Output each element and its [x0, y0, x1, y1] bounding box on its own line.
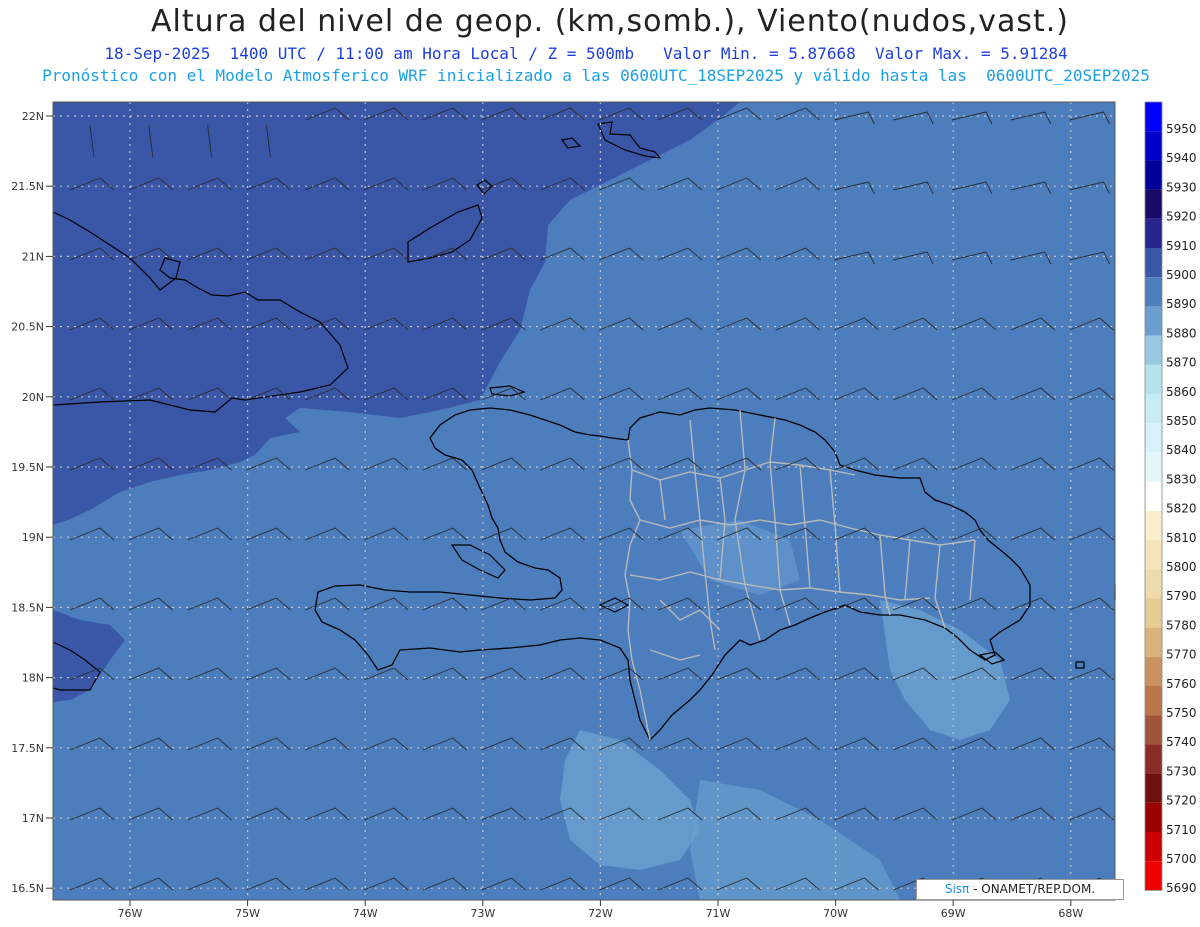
- colorbar-label: 5830: [1166, 472, 1197, 486]
- colorbar-swatch: [1145, 189, 1162, 219]
- colorbar-swatch: [1145, 744, 1162, 774]
- credit-box: Sisπ - ONAMET/REP.DOM.: [916, 879, 1124, 900]
- lat-label: 16.5N: [11, 882, 44, 895]
- lat-label: 17N: [22, 812, 44, 825]
- latitude-labels: 22N 21.5N 21N 20.5N 20N 19.5N 19N 18.5N 18N 17.5N…: [11, 110, 53, 895]
- colorbar-label: 5790: [1166, 589, 1197, 603]
- colorbar-swatch: [1145, 248, 1162, 278]
- colorbar-swatch: [1145, 540, 1162, 570]
- colorbar-legend: 5950 5940 5930 5920 5910 5900 5890 5880 5870 5860…: [1144, 101, 1197, 895]
- colorbar-swatch: [1145, 861, 1162, 891]
- lat-label: 19.5N: [11, 461, 44, 474]
- colorbar-swatch: [1145, 364, 1162, 394]
- colorbar-swatch: [1145, 773, 1162, 803]
- colorbar-swatch: [1145, 686, 1162, 716]
- colorbar-label: 5850: [1166, 414, 1197, 428]
- colorbar-label: 5760: [1166, 677, 1197, 691]
- colorbar-swatch: [1145, 423, 1162, 453]
- colorbar-label: 5710: [1166, 823, 1197, 837]
- colorbar-label: 5730: [1166, 764, 1197, 778]
- colorbar-label: 5890: [1166, 297, 1197, 311]
- lat-label: 19N: [22, 531, 44, 544]
- colorbar-swatch: [1145, 656, 1162, 686]
- colorbar-swatch: [1145, 802, 1162, 832]
- colorbar-swatch: [1145, 218, 1162, 248]
- colorbar-swatch: [1145, 277, 1162, 307]
- colorbar-label: 5800: [1166, 560, 1197, 574]
- colorbar-swatch: [1145, 715, 1162, 745]
- lon-label: 73W: [470, 907, 495, 920]
- lon-label: 75W: [235, 907, 260, 920]
- colorbar-label: 5930: [1166, 180, 1197, 194]
- lon-label: 76W: [118, 907, 143, 920]
- colorbar-label: 5880: [1166, 326, 1197, 340]
- colorbar-label: 5780: [1166, 618, 1197, 632]
- longitude-labels: 76W 75W 74W 73W 72W 71W 70W 69W 68W: [118, 900, 1083, 920]
- lat-label: 17.5N: [11, 742, 44, 755]
- colorbar-swatch: [1145, 452, 1162, 482]
- colorbar-label: 5920: [1166, 210, 1197, 224]
- lon-label: 72W: [588, 907, 613, 920]
- colorbar-swatch: [1145, 598, 1162, 628]
- colorbar-swatch: [1145, 160, 1162, 190]
- lon-label: 71W: [706, 907, 731, 920]
- colorbar-label: 5720: [1166, 794, 1197, 808]
- lon-label: 68W: [1058, 907, 1083, 920]
- colorbar-swatch: [1145, 627, 1162, 657]
- colorbar-label: 5690: [1166, 881, 1197, 895]
- colorbar-label: 5770: [1166, 648, 1197, 662]
- colorbar-swatch: [1145, 394, 1162, 424]
- lat-label: 20N: [22, 391, 44, 404]
- colorbar-label: 5700: [1166, 852, 1197, 866]
- lat-label: 21.5N: [11, 180, 44, 193]
- colorbar-swatch: [1145, 306, 1162, 336]
- lat-label: 22N: [22, 110, 44, 123]
- colorbar-swatch: [1145, 102, 1162, 132]
- colorbar-label: 5950: [1166, 122, 1197, 136]
- weather-map: 22N 21.5N 21N 20.5N 20N 19.5N 19N 18.5N 18N 17.5N…: [11, 101, 1197, 920]
- colorbar-label: 5900: [1166, 268, 1197, 282]
- colorbar-label: 5740: [1166, 735, 1197, 749]
- colorbar-swatch: [1145, 481, 1162, 511]
- credit-brand: Sisπ: [944, 882, 970, 896]
- colorbar-label: 5870: [1166, 356, 1197, 370]
- colorbar-swatch: [1145, 335, 1162, 365]
- lon-label: 74W: [353, 907, 378, 920]
- colorbar-label: 5750: [1166, 706, 1197, 720]
- lat-label: 20.5N: [11, 321, 44, 334]
- colorbar-label: 5940: [1166, 151, 1197, 165]
- colorbar-swatch: [1145, 510, 1162, 540]
- colorbar-swatch: [1145, 832, 1162, 862]
- colorbar-label: 5820: [1166, 502, 1197, 516]
- credit-text: - ONAMET/REP.DOM.: [973, 882, 1096, 896]
- colorbar-label: 5910: [1166, 239, 1197, 253]
- colorbar-label: 5860: [1166, 385, 1197, 399]
- colorbar-label: 5840: [1166, 443, 1197, 457]
- lon-label: 70W: [823, 907, 848, 920]
- lat-label: 21N: [22, 250, 44, 263]
- lat-label: 18.5N: [11, 601, 44, 614]
- colorbar-label: 5810: [1166, 531, 1197, 545]
- lat-label: 18N: [22, 672, 44, 685]
- lon-label: 69W: [941, 907, 966, 920]
- colorbar-swatch: [1145, 131, 1162, 161]
- colorbar-swatch: [1145, 569, 1162, 599]
